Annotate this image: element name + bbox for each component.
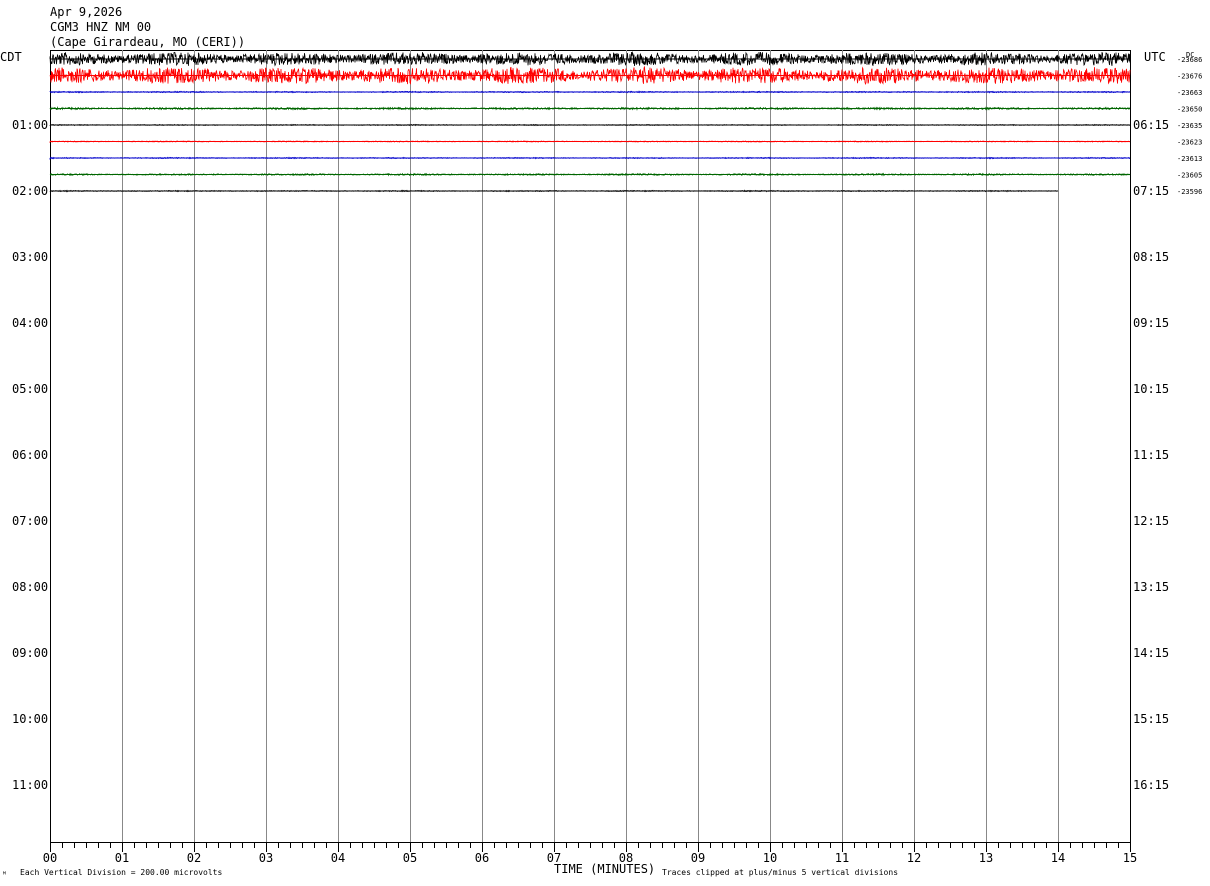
right-hour-label: 06:15 xyxy=(1133,118,1169,132)
right-hour-label: 09:15 xyxy=(1133,316,1169,330)
x-axis-title: TIME (MINUTES) xyxy=(554,862,655,876)
header-station: CGM3 HNZ NM 00 xyxy=(50,20,151,34)
plot-frame xyxy=(50,50,1131,843)
dc-offset-label: -23596 xyxy=(1177,188,1202,196)
dc-offset-label: -23650 xyxy=(1177,106,1202,114)
header-location: (Cape Girardeau, MO (CERI)) xyxy=(50,35,245,49)
x-tick-label: 03 xyxy=(259,851,273,865)
dc-offset-label: -23663 xyxy=(1177,89,1202,97)
x-tick-label: 12 xyxy=(907,851,921,865)
left-hour-label: 08:00 xyxy=(12,580,48,594)
right-hour-label: 11:15 xyxy=(1133,448,1169,462)
x-tick-label: 15 xyxy=(1123,851,1137,865)
right-hour-label: 12:15 xyxy=(1133,514,1169,528)
vertical-division-note: Each Vertical Division = 200.00 microvol… xyxy=(20,868,222,877)
left-hour-label: 04:00 xyxy=(12,316,48,330)
right-hour-label: 07:15 xyxy=(1133,184,1169,198)
hour-labels: 01:00 02:00 03:00 04:00 05:00 06:00 07:00 08:00… xyxy=(12,118,1169,792)
footer-mark: ᴹ xyxy=(2,870,7,879)
x-tick-label: 01 xyxy=(115,851,129,865)
x-tick-label: 05 xyxy=(403,851,417,865)
left-hour-label: 07:00 xyxy=(12,514,48,528)
right-hour-label: 14:15 xyxy=(1133,646,1169,660)
x-tick-label: 09 xyxy=(691,851,705,865)
dc-offset-label: -23686 xyxy=(1177,56,1202,64)
x-tick-label: 10 xyxy=(763,851,777,865)
right-hour-label: 13:15 xyxy=(1133,580,1169,594)
left-hour-label: 03:00 xyxy=(12,250,48,264)
x-tick-label: 13 xyxy=(979,851,993,865)
left-hour-label: 06:00 xyxy=(12,448,48,462)
left-timezone-label: CDT xyxy=(0,50,22,64)
right-timezone-label: UTC xyxy=(1144,50,1166,64)
seismogram-chart: Apr 9,2026 CGM3 HNZ NM 00 (Cape Girardea… xyxy=(0,5,1202,879)
x-tick-label: 00 xyxy=(43,851,57,865)
dc-offset-label: -23676 xyxy=(1177,73,1202,81)
x-tick-label: 14 xyxy=(1051,851,1065,865)
clip-note: Traces clipped at plus/minus 5 vertical … xyxy=(662,868,898,877)
left-hour-label: 11:00 xyxy=(12,778,48,792)
dc-offset-labels: -23686 -23676 -23663 -23650 -23635 -23623 -236… xyxy=(1177,56,1202,196)
right-hour-label: 15:15 xyxy=(1133,712,1169,726)
x-tick-label: 06 xyxy=(475,851,489,865)
left-hour-label: 01:00 xyxy=(12,118,48,132)
left-hour-label: 09:00 xyxy=(12,646,48,660)
trace-group xyxy=(49,51,1131,193)
right-hour-label: 10:15 xyxy=(1133,382,1169,396)
dc-offset-label: -23623 xyxy=(1177,139,1202,147)
header-date: Apr 9,2026 xyxy=(50,5,122,19)
left-hour-label: 02:00 xyxy=(12,184,48,198)
x-tick-label: 11 xyxy=(835,851,849,865)
dc-offset-label: -23613 xyxy=(1177,155,1202,163)
x-tick-label: 04 xyxy=(331,851,345,865)
left-hour-label: 05:00 xyxy=(12,382,48,396)
right-hour-label: 16:15 xyxy=(1133,778,1169,792)
x-tick-label: 02 xyxy=(187,851,201,865)
x-axis-ticks xyxy=(50,842,1131,852)
dc-offset-label: -23635 xyxy=(1177,122,1202,130)
left-hour-label: 10:00 xyxy=(12,712,48,726)
dc-offset-label: -23605 xyxy=(1177,172,1202,180)
right-hour-label: 08:15 xyxy=(1133,250,1169,264)
minute-gridlines xyxy=(122,50,1059,842)
